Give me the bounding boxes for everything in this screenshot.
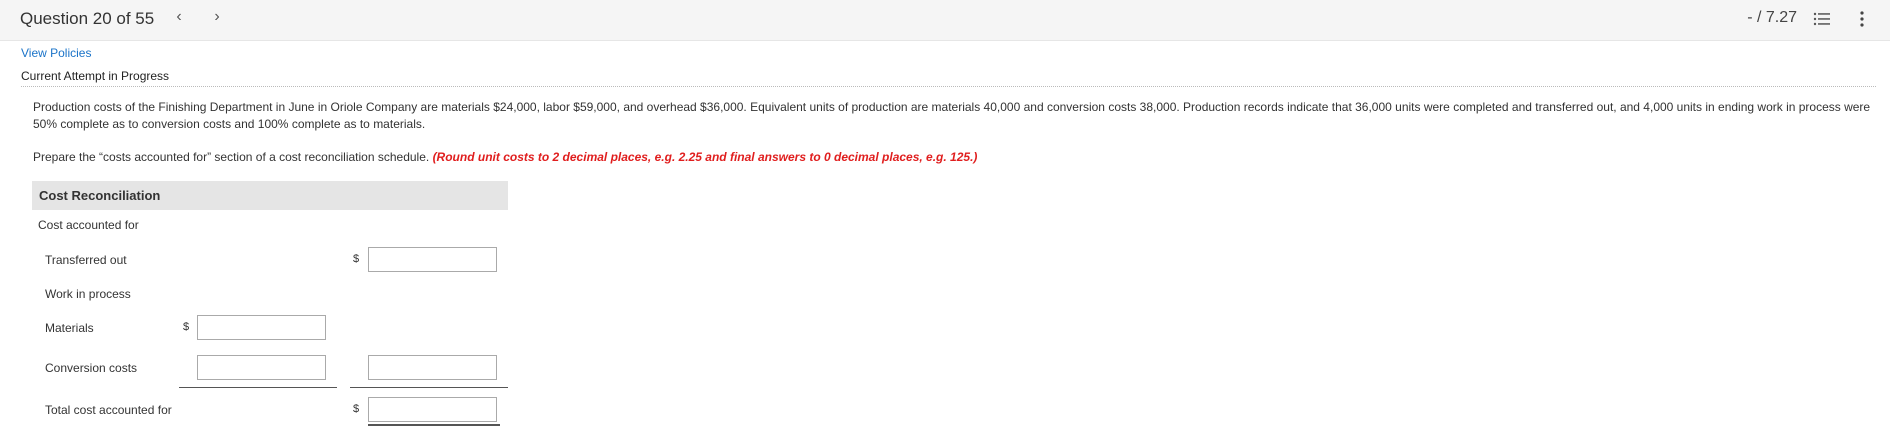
rounding-note: (Round unit costs to 2 decimal places, e… xyxy=(432,150,978,164)
next-question-button[interactable]: › xyxy=(207,8,227,26)
subtotal-underline xyxy=(350,387,508,388)
transferred-out-input[interactable] xyxy=(368,247,497,272)
total-cost-label: Total cost accounted for xyxy=(45,403,172,417)
currency-symbol: $ xyxy=(183,321,190,333)
subtotal-underline xyxy=(179,387,337,388)
previous-question-button[interactable]: ‹ xyxy=(169,8,189,26)
divider xyxy=(21,86,1876,87)
conversion-costs-input[interactable] xyxy=(197,355,326,380)
total-cost-input[interactable] xyxy=(368,397,497,422)
materials-input[interactable] xyxy=(197,315,326,340)
cost-reconciliation-header: Cost Reconciliation xyxy=(32,181,508,210)
currency-symbol: $ xyxy=(353,403,360,415)
kebab-menu-icon[interactable] xyxy=(1859,10,1865,28)
total-underline xyxy=(368,424,500,426)
conversion-costs-label: Conversion costs xyxy=(45,361,138,375)
attempt-status: Current Attempt in Progress xyxy=(21,69,170,83)
score-display: - / 7.27 xyxy=(1747,9,1797,26)
work-in-process-label: Work in process xyxy=(45,287,131,301)
instructions: Prepare the “costs accounted for” sectio… xyxy=(33,150,977,164)
currency-symbol: $ xyxy=(353,253,360,265)
materials-label: Materials xyxy=(45,321,94,335)
work-in-process-total-input[interactable] xyxy=(368,355,497,380)
view-policies-link[interactable]: View Policies xyxy=(21,46,91,60)
question-toolbar: Question 20 of 55 ‹ › - / 7.27 xyxy=(0,0,1890,41)
transferred-out-label: Transferred out xyxy=(45,253,127,267)
cost-accounted-for-label: Cost accounted for xyxy=(38,218,139,232)
instruction-text: Prepare the “costs accounted for” sectio… xyxy=(33,150,430,164)
question-counter: Question 20 of 55 xyxy=(20,9,155,28)
problem-statement: Production costs of the Finishing Depart… xyxy=(33,100,1871,131)
cost-reconciliation-title: Cost Reconciliation xyxy=(39,188,161,203)
list-icon[interactable] xyxy=(1813,11,1831,27)
